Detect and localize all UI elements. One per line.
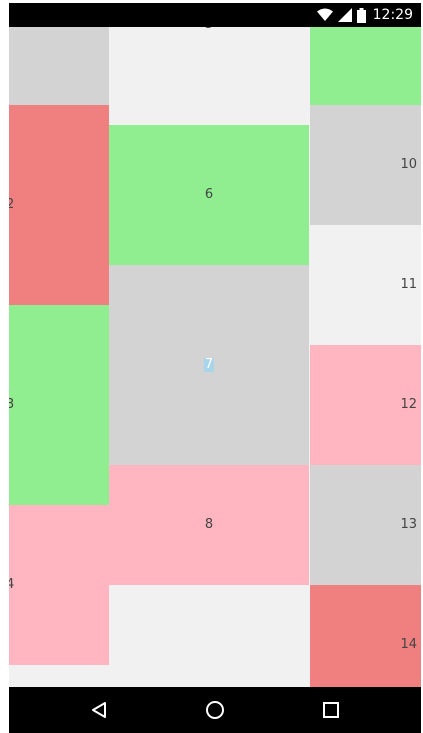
cell-label: 3 — [9, 397, 15, 412]
status-bar: 12:29 — [9, 3, 421, 27]
recents-button[interactable] — [301, 687, 361, 733]
grid-cell[interactable]: 8 — [109, 465, 309, 585]
cell-label: 14 — [400, 637, 417, 652]
cell-label: 5 — [205, 27, 213, 32]
grid-cell[interactable]: 3 — [9, 305, 109, 505]
grid-cell[interactable]: 2 — [9, 105, 109, 305]
status-icons: 12:29 — [316, 3, 413, 27]
grid-cell[interactable]: 4 — [9, 505, 109, 665]
grid-cell[interactable]: 14 — [310, 585, 421, 687]
grid-cell[interactable] — [109, 585, 309, 687]
grid-cell[interactable]: 12 — [310, 345, 421, 465]
cell-signal-icon — [337, 8, 352, 22]
cell-label-selected: 7 — [203, 357, 215, 372]
cell-label: 8 — [204, 517, 214, 532]
recents-icon — [323, 702, 339, 718]
back-icon — [92, 702, 106, 718]
grid-cell[interactable]: 5 — [109, 27, 309, 125]
navigation-bar — [9, 687, 421, 733]
grid-cell[interactable]: 13 — [310, 465, 421, 585]
cell-label: 6 — [204, 187, 214, 202]
grid-cell[interactable] — [310, 27, 421, 105]
home-button[interactable] — [185, 687, 245, 733]
cell-label: 12 — [400, 397, 417, 412]
battery-icon — [356, 7, 366, 23]
grid-cell[interactable]: 6 — [109, 125, 309, 265]
phone-screen: 12:29 2 3 4 5 6 — [0, 0, 423, 733]
status-time: 12:29 — [372, 7, 413, 23]
wifi-icon — [316, 8, 333, 21]
grid-cell[interactable]: 10 — [310, 105, 421, 225]
home-icon — [206, 701, 224, 719]
cell-label: 2 — [9, 197, 15, 212]
cell-label: 13 — [400, 517, 417, 532]
grid-cell[interactable] — [9, 27, 109, 105]
staggered-grid[interactable]: 2 3 4 5 6 7 8 — [9, 27, 421, 687]
back-button[interactable] — [69, 687, 129, 733]
cell-label: 4 — [9, 577, 15, 592]
grid-cell-selected[interactable]: 7 — [109, 265, 309, 465]
cell-label: 10 — [400, 157, 417, 172]
cell-label: 11 — [400, 277, 417, 292]
grid-cell[interactable]: 11 — [310, 225, 421, 345]
